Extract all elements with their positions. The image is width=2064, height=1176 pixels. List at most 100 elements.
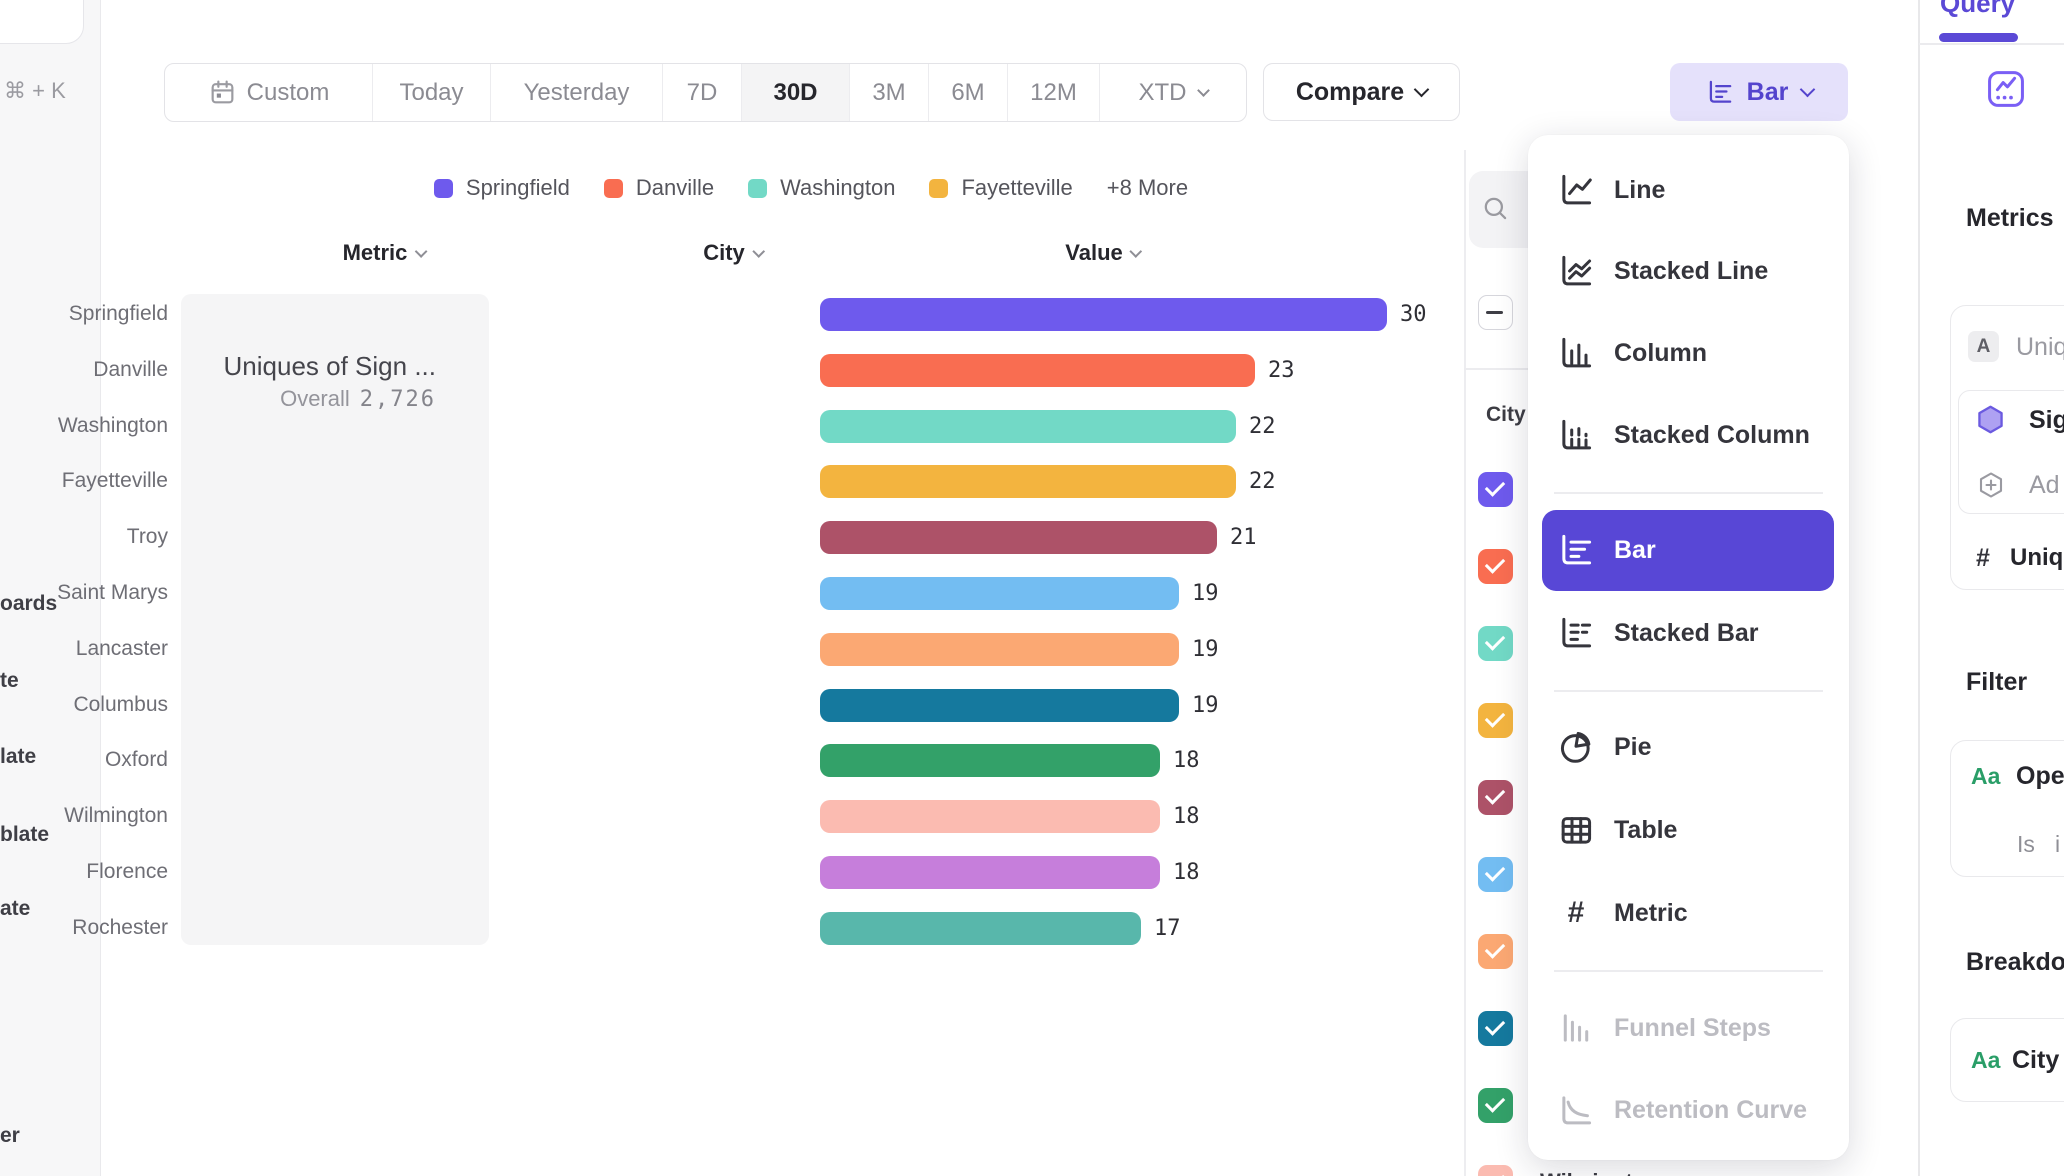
menu-item-column[interactable]: Column xyxy=(1528,320,1849,386)
legend-label: Danville xyxy=(636,175,714,201)
row-city-label: Wilmington xyxy=(64,804,168,828)
legend-more-button[interactable]: +8 More xyxy=(1107,175,1188,201)
menu-item-funnel-steps: Funnel Steps xyxy=(1528,995,1849,1061)
menu-item-line[interactable]: Line xyxy=(1528,157,1849,223)
row-value-label: 17 xyxy=(1154,916,1181,941)
legend-swatch xyxy=(604,179,623,198)
chart-row: Washington22 xyxy=(0,410,1460,444)
search-icon xyxy=(1481,194,1511,224)
filter-checkbox-troy[interactable] xyxy=(1478,780,1513,815)
event-name-label[interactable]: Sig xyxy=(2029,406,2064,435)
filter-checkbox-oxford[interactable] xyxy=(1478,1088,1513,1123)
menu-item-stacked-line[interactable]: Stacked Line xyxy=(1528,238,1849,304)
sidebar-item-truncated[interactable]: er xyxy=(0,1124,20,1148)
sidebar-card xyxy=(0,0,84,44)
date-preset-6m[interactable]: 6M xyxy=(929,64,1008,121)
add-event-label[interactable]: Ad xyxy=(2029,471,2060,500)
row-city-label: Florence xyxy=(86,860,168,884)
column-header-value[interactable]: Value xyxy=(1065,240,1140,266)
menu-item-stacked-column[interactable]: Stacked Column xyxy=(1528,402,1849,468)
menu-item-pie[interactable]: Pie xyxy=(1528,714,1849,780)
overall-value: 2,726 xyxy=(360,387,436,412)
menu-divider xyxy=(1554,492,1823,494)
bar-segment[interactable] xyxy=(820,465,1236,498)
bar-segment[interactable] xyxy=(820,577,1179,610)
metrics-heading: Metrics xyxy=(1966,204,2054,233)
column-header-metric[interactable]: Metric xyxy=(343,240,426,266)
menu-item-label: Metric xyxy=(1614,899,1688,928)
menu-item-metric[interactable]: Metric xyxy=(1528,880,1849,946)
bar-segment[interactable] xyxy=(820,410,1236,443)
select-all-checkbox[interactable] xyxy=(1478,295,1513,330)
menu-item-label: Table xyxy=(1614,816,1677,845)
menu-item-bar[interactable]: Bar xyxy=(1528,517,1849,583)
column-header-city[interactable]: City xyxy=(703,240,763,266)
filter-property-label[interactable]: Ope xyxy=(2016,762,2064,791)
bar-segment[interactable] xyxy=(820,689,1179,722)
tab-query[interactable]: Query xyxy=(1940,0,2015,19)
bar-segment[interactable] xyxy=(820,521,1217,554)
menu-item-stacked-bar[interactable]: Stacked Bar xyxy=(1528,600,1849,666)
filter-operator[interactable]: Is xyxy=(2017,831,2035,858)
legend-item[interactable]: Washington xyxy=(748,175,895,201)
date-preset-today[interactable]: Today xyxy=(373,64,491,121)
date-preset-label: 6M xyxy=(951,79,984,107)
analytics-report-screen: ⌘ + K oardstelateblateateer CustomTodayY… xyxy=(0,0,2064,1176)
date-preset-30d[interactable]: 30D xyxy=(742,64,850,121)
bar-segment[interactable] xyxy=(820,298,1387,331)
date-preset-yesterday[interactable]: Yesterday xyxy=(491,64,663,121)
chevron-down-icon xyxy=(1197,84,1210,97)
metric-hash-icon xyxy=(1556,893,1596,933)
bar-segment[interactable] xyxy=(820,354,1255,387)
breakdown-property-label[interactable]: City xyxy=(2012,1046,2059,1075)
menu-item-table[interactable]: Table xyxy=(1528,797,1849,863)
filter-checkbox-saint-marys[interactable] xyxy=(1478,857,1513,892)
row-value-label: 22 xyxy=(1249,414,1276,439)
chart-legend: Springfield Danville Washington Fayettevill… xyxy=(164,170,1458,206)
divider xyxy=(1464,368,1528,370)
row-value-label: 19 xyxy=(1192,637,1219,662)
breakdown-heading: Breakdo xyxy=(1966,948,2064,977)
row-city-label: Fayetteville xyxy=(62,469,168,493)
bar-segment[interactable] xyxy=(820,633,1179,666)
insights-chart-icon[interactable] xyxy=(1986,69,2026,109)
legend-item[interactable]: Fayetteville xyxy=(929,175,1072,201)
filter-checkbox-wilmington[interactable] xyxy=(1478,1165,1513,1176)
filter-checkbox-springfield[interactable] xyxy=(1478,472,1513,507)
date-preset-custom[interactable]: Custom xyxy=(165,64,373,121)
filter-checkbox-fayetteville[interactable] xyxy=(1478,703,1513,738)
date-preset-label: XTD xyxy=(1139,79,1187,107)
chart-type-button[interactable]: Bar xyxy=(1670,63,1848,121)
row-city-label: Saint Marys xyxy=(57,581,168,605)
chart-row: Rochester17 xyxy=(0,912,1460,946)
filter-checkbox-lancaster[interactable] xyxy=(1478,934,1513,969)
calendar-icon xyxy=(208,78,237,107)
date-preset-3m[interactable]: 3M xyxy=(850,64,929,121)
legend-item[interactable]: Danville xyxy=(604,175,714,201)
bar-segment[interactable] xyxy=(820,744,1160,777)
legend-item[interactable]: Springfield xyxy=(434,175,570,201)
filter-checkbox-columbus[interactable] xyxy=(1478,1011,1513,1046)
metric-row-label[interactable]: Uniq xyxy=(2016,333,2064,362)
bar-segment[interactable] xyxy=(820,912,1141,945)
metric-card[interactable]: Uniques of Sign ... Overall2,726 xyxy=(181,294,489,945)
aggregation-label[interactable]: Uniqu xyxy=(2010,544,2064,572)
chart-row: Lancaster19 xyxy=(0,633,1460,667)
date-preset-xtd[interactable]: XTD xyxy=(1100,64,1246,121)
bar-chart-icon xyxy=(1705,77,1735,107)
chevron-down-icon xyxy=(1130,245,1143,258)
row-value-label: 21 xyxy=(1230,525,1257,550)
table-icon xyxy=(1556,810,1596,850)
bar-segment[interactable] xyxy=(820,800,1160,833)
menu-item-label: Column xyxy=(1614,339,1707,368)
filter-checkbox-danville[interactable] xyxy=(1478,549,1513,584)
compare-button[interactable]: Compare xyxy=(1263,63,1460,121)
date-preset-label: 3M xyxy=(872,79,905,107)
bar-segment[interactable] xyxy=(820,856,1160,889)
date-preset-12m[interactable]: 12M xyxy=(1008,64,1100,121)
column-header-label: Value xyxy=(1065,240,1122,266)
filter-checkbox-washington[interactable] xyxy=(1478,626,1513,661)
date-preset-7d[interactable]: 7D xyxy=(663,64,742,121)
active-tab-underline xyxy=(1939,33,2018,42)
filter-value[interactable]: i xyxy=(2055,831,2060,858)
